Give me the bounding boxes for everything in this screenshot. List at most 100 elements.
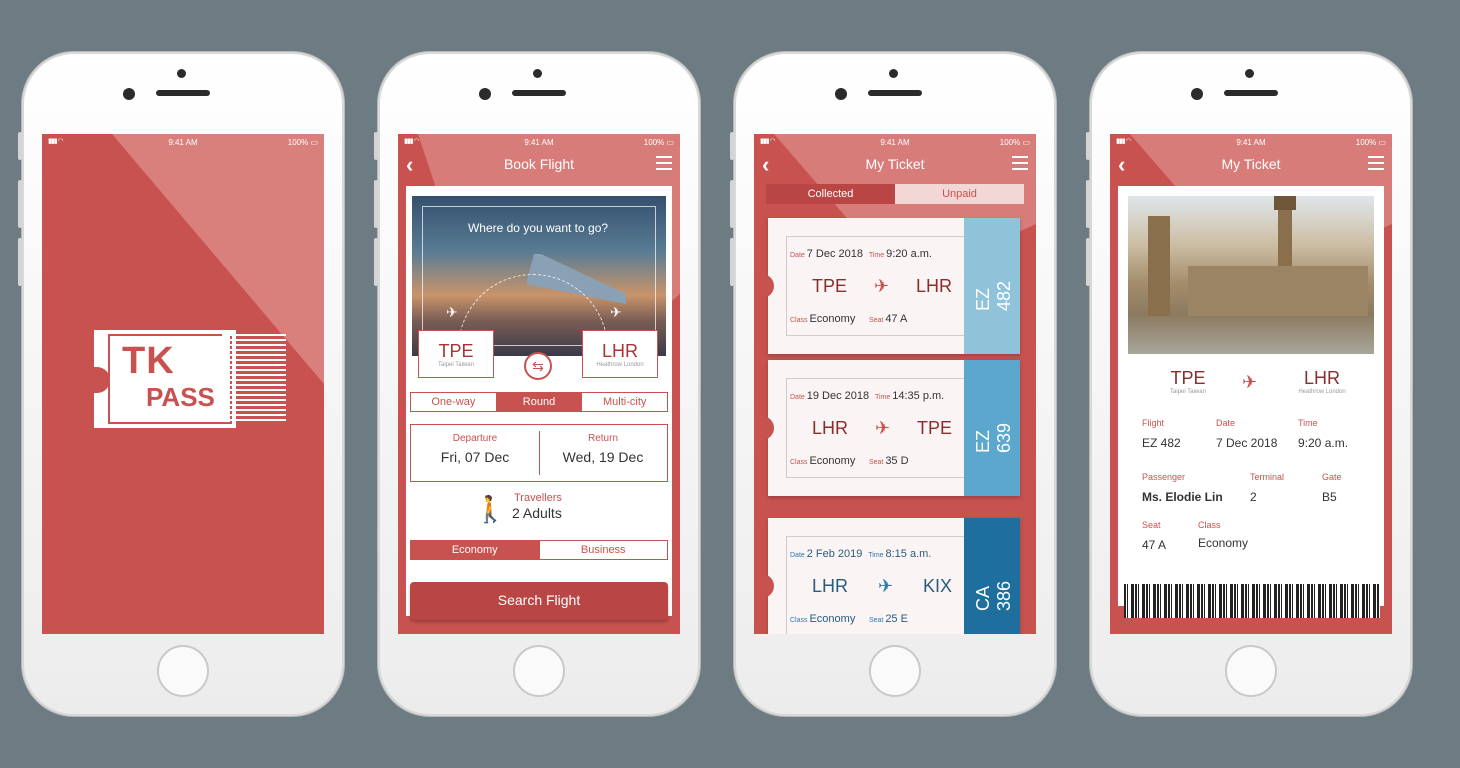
speedlines — [222, 334, 286, 424]
destination-code: LHR — [601, 341, 638, 361]
speaker — [156, 90, 210, 96]
page-title: Book Flight — [503, 156, 575, 172]
destination-prompt: Where do you want to go? — [467, 221, 609, 235]
seat-label: Seat — [1142, 520, 1161, 530]
gate-value: B5 — [1322, 490, 1337, 504]
menu-icon[interactable] — [656, 156, 672, 170]
home-button[interactable] — [1225, 645, 1277, 697]
flight-number: EZ 482 — [973, 280, 1014, 311]
origin-name: Taipei Taiwan — [438, 362, 474, 368]
trip-one-way[interactable]: One-way — [411, 393, 497, 411]
ticket-destination: TPE — [916, 418, 952, 438]
traveller-icon: 🚶 — [474, 494, 507, 524]
passenger-label: Passenger — [1142, 472, 1186, 482]
home-button[interactable] — [869, 645, 921, 697]
class-value: Economy — [1198, 536, 1249, 550]
origin-block: TPE Taipei Taiwan — [1156, 368, 1220, 395]
trip-round[interactable]: Round — [496, 393, 583, 411]
ticket-card[interactable]: Date 7 Dec 2018 Time 9:20 a.m. TPE ✈ LHR C… — [762, 218, 1020, 354]
search-flight-button[interactable]: Search Flight — [410, 582, 668, 620]
flight-value: EZ 482 — [1142, 436, 1181, 450]
camera — [177, 69, 186, 78]
front-sensor — [123, 88, 135, 100]
return-field[interactable]: Return Wed, 19 Dec — [539, 433, 667, 465]
ticket-time: 8:15 a.m. — [885, 548, 932, 560]
ticket-detail-screen: ▮▮▮ ◠ 9:41 AM 100% ▭ ‹ My Ticket TPE Tai… — [1110, 134, 1392, 634]
ticket-destination: LHR — [915, 276, 952, 296]
cabin-business[interactable]: Business — [540, 541, 668, 559]
plane-icon: ✈ — [874, 418, 891, 438]
flight-number: EZ 639 — [973, 422, 1014, 453]
ticket-seat: 35 D — [885, 455, 909, 467]
ticket-date: 2 Feb 2019 — [806, 548, 863, 560]
date-value: 7 Dec 2018 — [1216, 436, 1278, 450]
origin-code: TPE — [1170, 368, 1206, 388]
destination-name: Heathrow London — [596, 362, 644, 368]
tab-collected[interactable]: Collected — [766, 184, 895, 204]
ticket-class: Economy — [809, 613, 856, 625]
destination-code: LHR — [1303, 368, 1340, 388]
menu-icon[interactable] — [1368, 156, 1384, 170]
cabin-selector: Economy Business — [410, 540, 668, 560]
destination-name: Heathrow London — [1298, 389, 1346, 395]
page-title: My Ticket — [1221, 156, 1281, 172]
ticket-time: 14:35 p.m. — [892, 390, 945, 402]
book-flight-screen: ▮▮▮ ◠ 9:41 AM 100% ▭ ‹ Book Flight Where… — [398, 134, 680, 634]
departure-field[interactable]: Departure Fri, 07 Dec — [411, 433, 539, 465]
trip-type-selector: One-way Round Multi-city — [410, 392, 668, 412]
ticket-date: 19 Dec 2018 — [806, 390, 870, 402]
cabin-economy[interactable]: Economy — [411, 541, 540, 559]
battery-icon: 100% ▭ — [999, 138, 1030, 147]
home-button[interactable] — [157, 645, 209, 697]
menu-icon[interactable] — [1012, 156, 1028, 170]
status-bar: ▮▮▮ ◠ 9:41 AM 100% ▭ — [1116, 138, 1386, 147]
flight-stub: EZ 639 — [964, 360, 1020, 496]
status-time: 9:41 AM — [168, 138, 198, 147]
ticket-origin: LHR — [812, 418, 849, 438]
barcode — [1124, 584, 1380, 618]
ticket-time: 9:20 a.m. — [886, 248, 932, 260]
swap-icon[interactable]: ⇆ — [524, 352, 552, 380]
time-value: 9:20 a.m. — [1298, 436, 1349, 450]
ticket-origin: TPE — [812, 276, 848, 296]
ticket-destination: KIX — [922, 576, 952, 596]
ticket-seat: 47 A — [885, 313, 908, 325]
page-title: My Ticket — [865, 156, 925, 172]
ticket-list-screen: ▮▮▮ ◠ 9:41 AM 100% ▭ ‹ My Ticket Collect… — [754, 134, 1036, 634]
phone-book-flight: ▮▮▮ ◠ 9:41 AM 100% ▭ ‹ Book Flight Where… — [374, 52, 700, 716]
terminal-label: Terminal — [1250, 472, 1285, 482]
class-label: Class — [1198, 520, 1221, 530]
status-bar: ▮▮▮ ◠ 9:41 AM 100% ▭ — [760, 138, 1030, 147]
trip-multi-city[interactable]: Multi-city — [582, 393, 667, 411]
ticket-date: 7 Dec 2018 — [806, 248, 864, 260]
destination-box[interactable]: LHR Heathrow London — [582, 330, 658, 378]
home-button[interactable] — [513, 645, 565, 697]
landing-icon: ✈ — [610, 304, 622, 320]
origin-box[interactable]: TPE Taipei Taiwan — [418, 330, 494, 378]
flight-number: CA 386 — [973, 580, 1014, 611]
ticket-origin: LHR — [812, 576, 849, 596]
ticket-card[interactable]: Date 2 Feb 2019 Time 8:15 a.m. LHR ✈ KIX C… — [762, 518, 1020, 634]
battery-icon: 100% ▭ — [287, 138, 318, 147]
tab-unpaid[interactable]: Unpaid — [895, 184, 1024, 204]
origin-name: Taipei Taiwan — [1170, 389, 1206, 395]
destination-block: LHR Heathrow London — [1284, 368, 1360, 395]
takeoff-icon: ✈ — [446, 304, 458, 320]
phone-ticket-detail: ▮▮▮ ◠ 9:41 AM 100% ▭ ‹ My Ticket TPE Tai… — [1086, 52, 1412, 716]
plane-icon: ✈ — [877, 576, 894, 596]
flight-stub: CA 386 — [964, 518, 1020, 634]
logo-text-bottom: PASS — [146, 382, 215, 412]
status-bar: ▮▮▮ ◠ 9:41 AM 100% ▭ — [42, 134, 324, 150]
ticket-class: Economy — [809, 313, 856, 325]
logo-text-top: TK — [122, 340, 175, 382]
phone-splash: ▮▮▮ ◠ 9:41 AM 100% ▭ TK PASS — [18, 52, 344, 716]
plane-icon: ✈ — [873, 276, 890, 296]
date-label: Date — [1216, 418, 1236, 428]
ticket-seat: 25 E — [885, 613, 908, 625]
ticket-tabs: Collected Unpaid — [766, 184, 1024, 204]
flight-stub: EZ 482 — [964, 218, 1020, 354]
ticket-class: Economy — [809, 455, 856, 467]
ticket-card[interactable]: Date 19 Dec 2018 Time 14:35 p.m. LHR ✈ TPE… — [762, 360, 1020, 496]
terminal-value: 2 — [1250, 490, 1257, 504]
seat-value: 47 A — [1142, 538, 1167, 552]
